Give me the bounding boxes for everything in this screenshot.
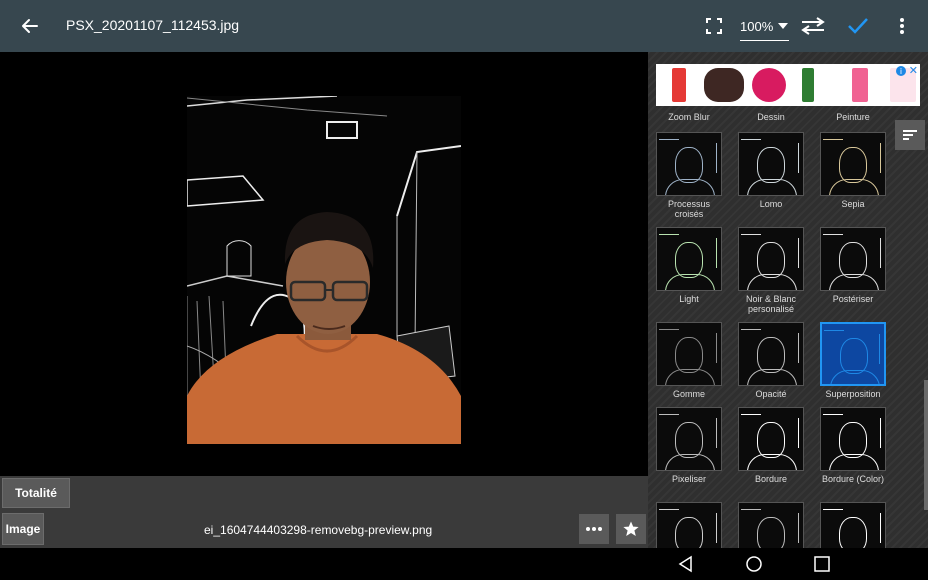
ad-close-icon[interactable]: ✕ — [909, 64, 918, 77]
effect-label: Gomme — [672, 389, 705, 399]
fullscreen-button[interactable] — [700, 12, 728, 40]
effect-tile[interactable] — [820, 502, 886, 548]
effect-tile[interactable] — [738, 502, 804, 548]
editing-canvas[interactable] — [0, 52, 648, 476]
effect-thumbnail — [656, 227, 722, 291]
nav-back-icon[interactable] — [676, 554, 696, 574]
apply-button[interactable] — [842, 10, 874, 42]
ad-product — [752, 68, 786, 102]
top-toolbar: PSX_20201107_112453.jpg 100% — [0, 0, 928, 52]
effect-tile[interactable]: Sepia — [820, 132, 886, 209]
zoom-dropdown[interactable]: 100% — [740, 14, 790, 41]
effect-thumbnail — [738, 322, 804, 386]
totalite-button[interactable]: Totalité — [2, 478, 70, 508]
effect-thumbnail — [820, 502, 886, 548]
effect-label: Dessin — [757, 112, 785, 122]
effect-thumbnail — [738, 132, 804, 196]
effect-thumbnail — [738, 227, 804, 291]
effect-tile[interactable]: Pixeliser — [656, 407, 722, 484]
dropdown-arrow-icon — [778, 23, 789, 29]
more-vert-icon — [900, 18, 904, 34]
effect-label: Bordure (Color) — [821, 474, 885, 484]
effect-thumbnail — [738, 502, 804, 548]
ad-product — [802, 68, 814, 102]
effect-label: Peinture — [836, 112, 870, 122]
sort-button[interactable] — [895, 120, 925, 150]
navigation-bar — [0, 548, 928, 580]
effect-tile[interactable]: Gomme — [656, 322, 722, 399]
effect-tile[interactable]: Superposition — [820, 322, 886, 399]
back-arrow-icon — [22, 19, 38, 33]
effect-thumbnail — [656, 502, 722, 548]
swap-button[interactable] — [798, 12, 828, 40]
effect-tile[interactable]: Lomo — [738, 132, 804, 209]
effect-thumbnail — [656, 132, 722, 196]
ad-banner[interactable]: i ✕ — [656, 64, 920, 106]
image-button[interactable]: Image — [2, 513, 44, 545]
effect-tile[interactable]: Postériser — [820, 227, 886, 304]
swap-icon — [801, 17, 825, 35]
nav-home-icon[interactable] — [744, 554, 764, 574]
effect-tile[interactable]: Noir & Blanc personalisé — [738, 227, 804, 314]
effects-grid: Zoom Blur Dessin Peinture Processus croi… — [648, 112, 888, 548]
ad-product — [852, 68, 868, 102]
effect-label: Opacité — [755, 389, 787, 399]
fullscreen-icon — [706, 18, 722, 34]
file-title: PSX_20201107_112453.jpg — [66, 17, 240, 33]
layer-controls: Totalité Image ei_1604744403298-removebg… — [0, 476, 648, 548]
effect-thumbnail — [738, 407, 804, 471]
effect-label: Superposition — [825, 389, 881, 399]
effect-label: Processus croisés — [667, 199, 711, 219]
star-icon — [623, 521, 639, 536]
effect-label: Bordure — [754, 474, 788, 484]
effect-thumbnail — [820, 407, 886, 471]
effect-thumbnail — [820, 132, 886, 196]
effect-tile[interactable]: Processus croisés — [656, 132, 722, 219]
effect-tile[interactable]: Bordure (Color) — [820, 407, 886, 484]
effect-thumbnail — [820, 227, 886, 291]
ad-product — [704, 68, 744, 102]
effects-scrollbar[interactable] — [924, 380, 928, 510]
check-icon — [848, 18, 868, 34]
effect-tile[interactable]: Opacité — [738, 322, 804, 399]
effect-label: Noir & Blanc personalisé — [745, 294, 797, 314]
effect-tile[interactable] — [656, 502, 722, 548]
effect-thumbnail — [656, 322, 722, 386]
effect-label: Zoom Blur — [668, 112, 710, 122]
ad-product — [672, 68, 686, 102]
effect-label: Light — [679, 294, 699, 304]
photo-editor-app: PSX_20201107_112453.jpg 100% Totalité Im… — [0, 0, 928, 580]
layer-file-name: ei_1604744403298-removebg-preview.png — [204, 523, 433, 537]
effect-tile[interactable]: Bordure — [738, 407, 804, 484]
photo-illustration — [187, 96, 461, 444]
effect-label: Postériser — [832, 294, 874, 304]
nav-recents-icon[interactable] — [812, 554, 832, 574]
more-options-button[interactable] — [890, 10, 914, 42]
sort-icon — [903, 130, 917, 140]
effect-label: Lomo — [759, 199, 783, 209]
effect-thumbnail — [656, 407, 722, 471]
zoom-value: 100% — [740, 18, 774, 34]
effect-thumbnail — [820, 322, 886, 386]
ad-info-icon[interactable]: i — [896, 66, 906, 76]
effect-label: Sepia — [841, 199, 865, 209]
more-horiz-icon — [586, 527, 602, 531]
effect-label: Pixeliser — [671, 474, 706, 484]
layer-options-button[interactable] — [579, 514, 609, 544]
favorite-button[interactable] — [616, 514, 646, 544]
edited-photo[interactable] — [187, 96, 461, 444]
effect-tile[interactable]: Light — [656, 227, 722, 304]
back-button[interactable] — [14, 10, 46, 42]
